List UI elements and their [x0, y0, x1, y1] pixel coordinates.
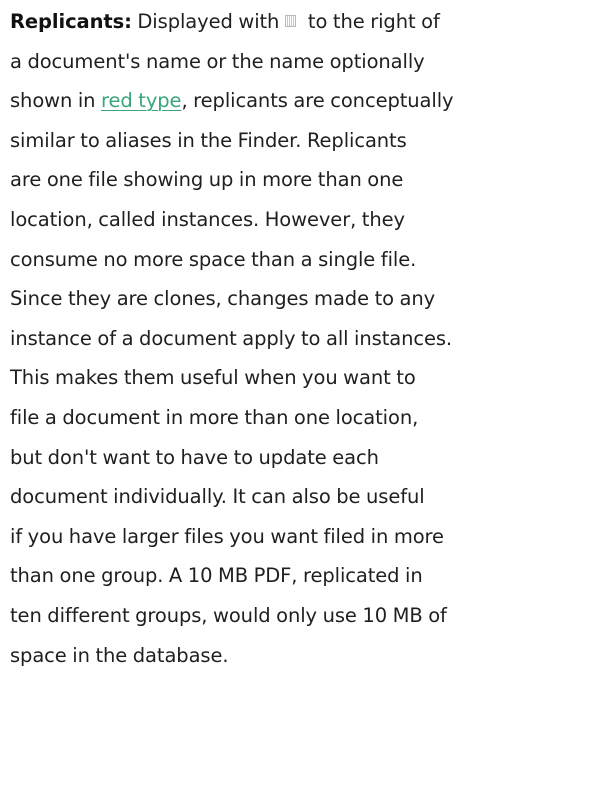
- text-line-15: than one group. A 10 MB PDF, replicated …: [10, 564, 423, 588]
- text-line-16: ten different groups, would only use 10 …: [10, 603, 447, 627]
- text-line-7: consume no more space than a single file…: [10, 247, 417, 271]
- text-line-13: document individually. It can also be us…: [10, 485, 425, 509]
- text-line-17: space in the database.: [10, 643, 229, 667]
- text-line-12: but don't want to have to update each: [10, 445, 379, 469]
- text-line-5: are one file showing up in more than one: [10, 168, 404, 192]
- replicant-icon: [285, 15, 297, 27]
- text-segment: shown in: [10, 89, 102, 113]
- text-line-1: Replicants: Displayed with to the right …: [10, 2, 616, 42]
- text-line-8: Since they are clones, changes made to a…: [10, 287, 436, 311]
- text-line-4: similar to aliases in the Finder. Replic…: [10, 128, 407, 152]
- text-line-2: a document's name or the name optionally: [10, 49, 425, 73]
- text-segment: to the right of: [302, 10, 440, 33]
- text-line-14: if you have larger files you want filed …: [10, 524, 444, 548]
- text-line-3: shown in red type, replicants are concep…: [10, 81, 616, 121]
- text-segment: , replicants are conceptually: [181, 89, 454, 113]
- red-type-link[interactable]: red type: [101, 89, 182, 112]
- term-replicants: Replicants:: [10, 10, 132, 33]
- text-line-6: location, called instances. However, the…: [10, 207, 405, 231]
- text-segment: Displayed with: [131, 10, 280, 33]
- text-line-10: This makes them useful when you want to: [10, 366, 416, 390]
- text-line-11: file a document in more than one locatio…: [10, 405, 419, 429]
- replicants-paragraph: Replicants: Displayed with to the right …: [10, 2, 616, 675]
- text-line-9: instance of a document apply to all inst…: [10, 326, 453, 350]
